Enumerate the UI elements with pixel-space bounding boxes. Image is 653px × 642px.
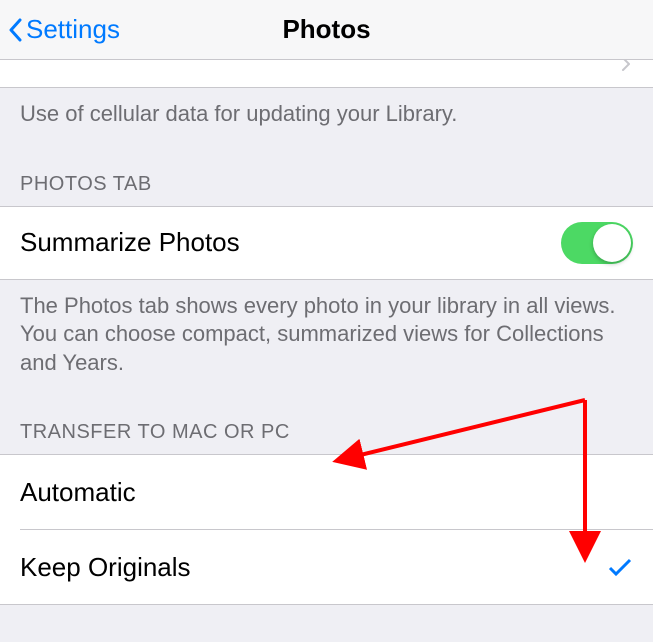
- section-header-transfer: TRANSFER TO MAC OR PC: [0, 385, 653, 454]
- cellular-data-label: Cellular Data: [20, 60, 170, 61]
- back-button[interactable]: Settings: [8, 14, 120, 45]
- section-header-photos-tab: PHOTOS TAB: [0, 137, 653, 206]
- summarize-photos-label: Summarize Photos: [20, 227, 240, 258]
- navigation-bar: Settings Photos: [0, 0, 653, 60]
- transfer-options-group: Automatic Keep Originals: [0, 454, 653, 605]
- checkmark-icon: [607, 556, 633, 578]
- cellular-footer-text: Use of cellular data for updating your L…: [0, 88, 653, 137]
- photos-tab-footer-text: The Photos tab shows every photo in your…: [0, 280, 653, 386]
- summarize-photos-row[interactable]: Summarize Photos: [0, 206, 653, 280]
- chevron-left-icon: [8, 18, 22, 42]
- transfer-option-label: Automatic: [20, 477, 136, 508]
- chevron-right-icon: [621, 60, 631, 72]
- switch-knob: [593, 224, 631, 262]
- cellular-data-row[interactable]: Cellular Data: [0, 60, 653, 88]
- summarize-photos-toggle[interactable]: [561, 222, 633, 264]
- transfer-option-automatic[interactable]: Automatic: [0, 455, 653, 529]
- transfer-option-keep-originals[interactable]: Keep Originals: [0, 530, 653, 604]
- transfer-option-label: Keep Originals: [20, 552, 191, 583]
- back-label: Settings: [26, 14, 120, 45]
